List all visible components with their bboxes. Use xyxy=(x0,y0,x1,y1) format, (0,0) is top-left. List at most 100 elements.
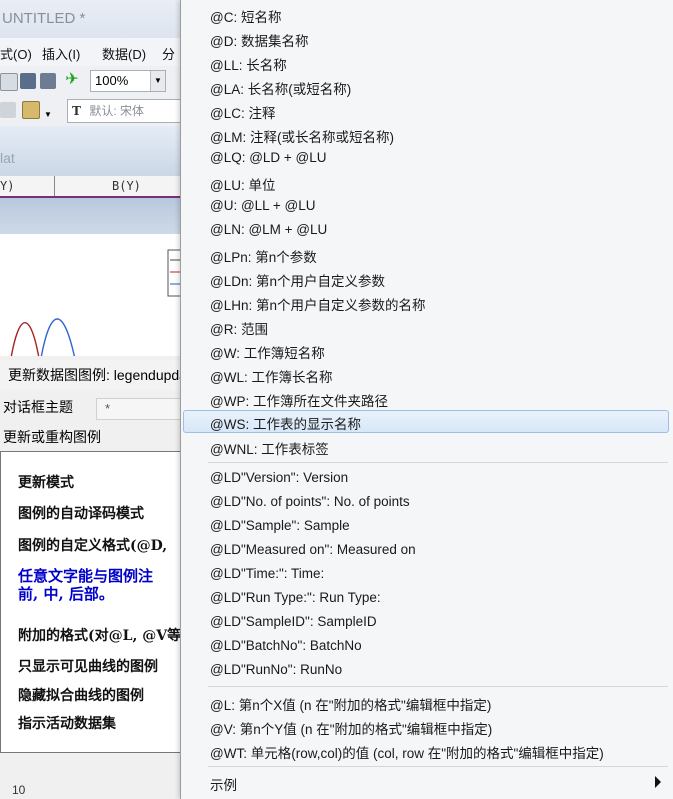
menu-item-w[interactable]: @W: 工作簿短名称 xyxy=(183,339,669,362)
menu-item-wt-cell[interactable]: @WT: 单元格(row,col)的值 (col, row 在"附加的格式"编辑… xyxy=(183,739,669,762)
font-icon: T xyxy=(72,104,81,118)
menu-analysis[interactable]: 分 xyxy=(162,44,175,63)
window-title: UNTITLED * xyxy=(0,0,182,38)
menu-item-label: @WT: 单元格(row,col)的值 (col, row 在"附加的格式"编辑… xyxy=(210,746,604,761)
menu-item-label: @U: @LL + @LU xyxy=(210,198,316,213)
dialog-theme-input[interactable]: * xyxy=(96,398,190,420)
menu-item-d[interactable]: @D: 数据集名称 xyxy=(183,27,669,50)
menu-item-label: @L: 第n个X值 (n 在"附加的格式"编辑框中指定) xyxy=(210,698,492,713)
column-divider xyxy=(54,176,55,196)
menu-item-label: @LDn: 第n个用户自定义参数 xyxy=(210,274,385,289)
legend-box xyxy=(167,249,183,297)
dialog-theme-label: 对话框主题 xyxy=(3,399,73,415)
column-a-header[interactable]: Y) xyxy=(0,179,14,193)
help-note-line2: 前, 中, 后部。 xyxy=(18,585,114,603)
menu-item-label: @C: 短名称 xyxy=(210,10,282,25)
menu-item-label: @LD"Version": Version xyxy=(210,470,349,485)
menu-item-wnl[interactable]: @WNL: 工作表标签 xyxy=(183,435,669,458)
help-hide-fit: 隐藏拟合曲线的图例 xyxy=(18,688,144,704)
menu-item-wp[interactable]: @WP: 工作簿所在文件夹路径 xyxy=(183,387,669,410)
help-panel: 更新模式 图例的自动译码模式 图例的自定义格式(@D, 任意文字能与图例注 前,… xyxy=(0,451,181,753)
menu-item-label: @WL: 工作簿长名称 xyxy=(210,370,333,385)
menu-item-lq[interactable]: @LQ: @LD + @LU xyxy=(183,147,669,170)
layer-band xyxy=(0,198,180,234)
chevron-down-icon[interactable]: ▼ xyxy=(44,110,52,119)
graph-window-label: lat xyxy=(0,150,15,166)
menu-item-ldn[interactable]: @LDn: 第n个用户自定义参数 xyxy=(183,267,669,290)
graph-window-header xyxy=(0,126,180,176)
menu-item-label: @LD"SampleID": SampleID xyxy=(210,614,377,629)
menu-item-u[interactable]: @U: @LL + @LU xyxy=(183,195,669,218)
help-update-mode: 更新模式 xyxy=(18,475,74,491)
menu-separator xyxy=(208,686,668,687)
zoom-select[interactable]: 100% ▼ xyxy=(90,70,166,92)
run-icon[interactable]: ✈ xyxy=(64,72,80,88)
menu-item-label: @WNL: 工作表标签 xyxy=(210,442,329,457)
menu-item-label: @LD"Time:": Time: xyxy=(210,566,325,581)
font-value: 默认: 宋体 xyxy=(89,104,145,118)
menu-data[interactable]: 数据(D) xyxy=(102,44,146,63)
menu-item-r[interactable]: @R: 范围 xyxy=(183,315,669,338)
menu-item-ws-highlighted[interactable]: @WS: 工作表的显示名称 xyxy=(183,410,669,433)
menu-item-v-yvalue[interactable]: @V: 第n个Y值 (n 在"附加的格式"编辑框中指定) xyxy=(183,715,669,738)
menu-item-label: @LD"RunNo": RunNo xyxy=(210,662,343,677)
menu-item-label: @R: 范围 xyxy=(210,322,268,337)
menu-item-label: @WP: 工作簿所在文件夹路径 xyxy=(210,394,388,409)
menu-item-label: @LM: 注释(或长名称或短名称) xyxy=(210,130,394,145)
menu-item-label: @LL: 长名称 xyxy=(210,58,287,73)
legend-format-context-menu: @C: 短名称 @D: 数据集名称 @LL: 长名称 @LA: 长名称(或短名称… xyxy=(180,0,673,799)
save-all-icon[interactable] xyxy=(40,73,56,89)
menu-item-wl[interactable]: @WL: 工作簿长名称 xyxy=(183,363,669,386)
menu-item-examples[interactable]: 示例 xyxy=(183,771,669,794)
menu-item-label: @LD"Measured on": Measured on xyxy=(210,542,416,557)
menu-insert[interactable]: 插入(I) xyxy=(42,44,80,63)
save-icon[interactable] xyxy=(20,73,36,89)
menu-format[interactable]: 式(O) xyxy=(0,44,32,63)
menu-bar: 式(O) 插入(I) 数据(D) 分 xyxy=(0,38,180,66)
menu-item-label: @W: 工作簿短名称 xyxy=(210,346,325,361)
chevron-down-icon[interactable]: ▼ xyxy=(150,71,165,91)
menu-item-lhn[interactable]: @LHn: 第n个用户自定义参数的名称 xyxy=(183,291,669,314)
menu-item-label: @LQ: @LD + @LU xyxy=(210,150,327,165)
copy-icon[interactable] xyxy=(0,102,16,118)
menu-item-label: 示例 xyxy=(210,778,237,793)
menu-item-ld-sample[interactable]: @LD"Sample": Sample xyxy=(183,515,669,538)
menu-separator xyxy=(208,766,668,767)
menu-item-lm[interactable]: @LM: 注释(或长名称或短名称) xyxy=(183,123,669,146)
column-b-header[interactable]: B(Y) xyxy=(112,179,141,193)
menu-item-label: @LHn: 第n个用户自定义参数的名称 xyxy=(210,298,426,313)
menu-item-label: @LA: 长名称(或短名称) xyxy=(210,82,352,97)
ruler-tick-label: 10 xyxy=(12,783,26,797)
menu-item-label: @LD"BatchNo": BatchNo xyxy=(210,638,362,653)
menu-item-label: @LC: 注释 xyxy=(210,106,276,121)
menu-item-lc[interactable]: @LC: 注释 xyxy=(183,99,669,122)
menu-item-ld-runtype[interactable]: @LD"Run Type:": Run Type: xyxy=(183,587,669,610)
menu-item-ld-measured[interactable]: @LD"Measured on": Measured on xyxy=(183,539,669,562)
menu-item-ld-batchno[interactable]: @LD"BatchNo": BatchNo xyxy=(183,635,669,658)
worksheet-column-header: Y) B(Y) xyxy=(0,176,180,198)
menu-item-label: @LD"Run Type:": Run Type: xyxy=(210,590,381,605)
dialog-title: 更新数据图图例: legendupdate xyxy=(0,360,186,390)
menu-item-lu[interactable]: @LU: 单位 xyxy=(183,171,669,194)
open-icon[interactable] xyxy=(0,73,18,91)
menu-item-ln[interactable]: @LN: @LM + @LU xyxy=(183,219,669,242)
menu-item-ld-time[interactable]: @LD"Time:": Time: xyxy=(183,563,669,586)
update-rebuild-label: 更新或重构图例 xyxy=(3,429,101,445)
menu-item-la[interactable]: @LA: 长名称(或短名称) xyxy=(183,75,669,98)
plot-curves xyxy=(9,249,183,365)
help-visible-only: 只显示可见曲线的图例 xyxy=(18,659,158,675)
paste-icon[interactable] xyxy=(22,101,40,119)
plot-area xyxy=(0,234,183,365)
menu-item-c[interactable]: @C: 短名称 xyxy=(183,3,669,26)
menu-item-ld-runno[interactable]: @LD"RunNo": RunNo xyxy=(183,659,669,682)
menu-item-ld-version[interactable]: @LD"Version": Version xyxy=(183,467,669,490)
font-select[interactable]: T 默认: 宋体 xyxy=(67,99,181,123)
menu-item-l-xvalue[interactable]: @L: 第n个X值 (n 在"附加的格式"编辑框中指定) xyxy=(183,691,669,714)
menu-item-label: @LD"Sample": Sample xyxy=(210,518,350,533)
menu-item-ld-sampleid[interactable]: @LD"SampleID": SampleID xyxy=(183,611,669,634)
menu-item-lpn[interactable]: @LPn: 第n个参数 xyxy=(183,243,669,266)
zoom-value: 100% xyxy=(95,73,129,88)
menu-item-label: @LN: @LM + @LU xyxy=(210,222,328,237)
menu-item-ld-points[interactable]: @LD"No. of points": No. of points xyxy=(183,491,669,514)
menu-item-ll[interactable]: @LL: 长名称 xyxy=(183,51,669,74)
